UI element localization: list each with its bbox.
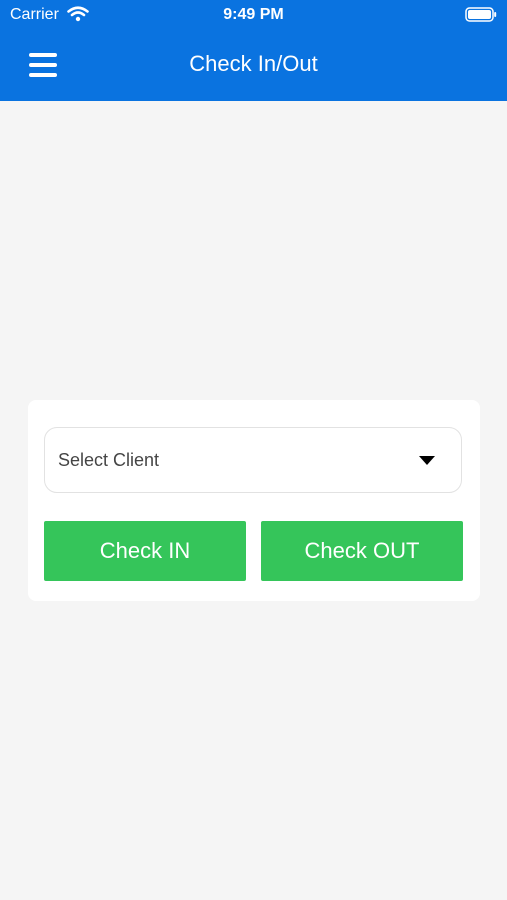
status-bar: Carrier 9:49 PM [0,0,507,30]
app-header: Carrier 9:49 PM Check In/Out [0,0,507,101]
check-in-out-card: Select Client Check IN Check OUT [28,400,480,601]
client-select-dropdown[interactable]: Select Client [44,427,462,493]
check-in-button[interactable]: Check IN [44,521,246,581]
check-out-button[interactable]: Check OUT [261,521,463,581]
client-select-label: Select Client [58,450,160,470]
status-time: 9:49 PM [223,6,284,23]
battery-icon [465,7,497,22]
dropdown-arrow-icon [419,456,435,465]
page-title: Check In/Out [189,51,318,76]
